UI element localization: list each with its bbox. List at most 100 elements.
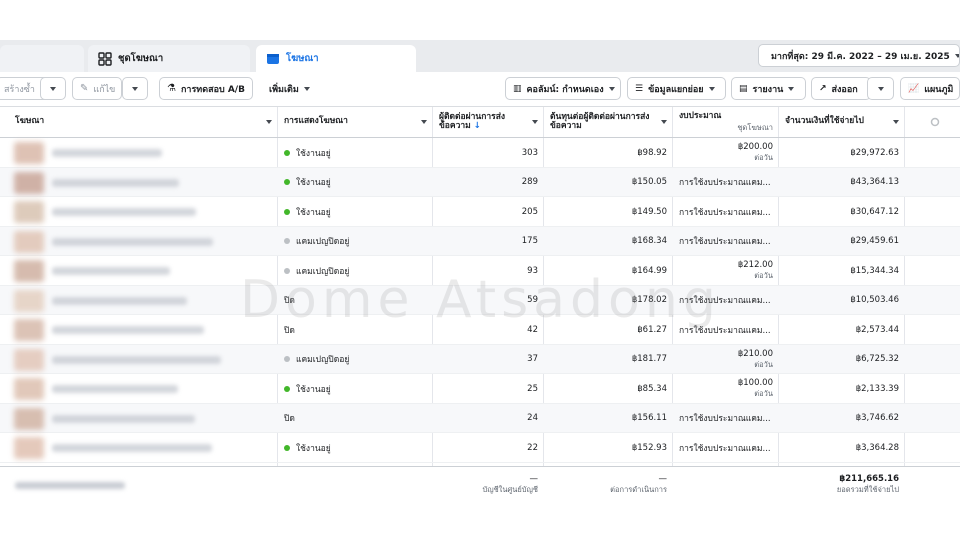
table-row[interactable]: ใช้งานอยู่ 289 ฿150.05 การใช้งบประมาณแคม...… — [0, 167, 960, 197]
columns-button[interactable]: ▥ คอลัมน์: กำหนดเอง — [505, 77, 621, 100]
edit-button[interactable]: ✎ แก้ไข — [72, 77, 122, 100]
ad-name-blurred[interactable] — [52, 237, 213, 246]
budget-value: การใช้งบประมาณแคม... — [679, 325, 771, 336]
amount-spent-cell: ฿29,972.63 — [780, 138, 904, 167]
ad-name-blurred[interactable] — [52, 267, 170, 275]
ad-name-blurred[interactable] — [52, 149, 162, 157]
status-text: ใช้งานอยู่ — [296, 207, 331, 218]
messaging-contacts-cell-value: 22 — [527, 442, 538, 453]
settings-icon[interactable] — [925, 107, 945, 137]
table-row[interactable]: ใช้งานอยู่ 205 ฿149.50 การใช้งบประมาณแคม...… — [0, 197, 960, 227]
more-button[interactable]: เพิ่มเติม — [262, 77, 320, 100]
budget-cell[interactable]: ฿212.00 ต่อวัน — [674, 256, 778, 285]
chart-icon: 📈 — [908, 83, 920, 94]
ad-name-blurred[interactable] — [52, 326, 204, 334]
cost-per-contact-cell-value: ฿164.99 — [631, 265, 667, 276]
status-dot-icon — [284, 267, 290, 274]
amount-spent-cell: ฿30,647.12 — [780, 197, 904, 226]
column-header-budget[interactable]: งบประมาณ ชุดโฆษณา — [674, 107, 778, 137]
ad-name-blurred[interactable] — [52, 385, 178, 393]
cost-per-contact-cell-value: ฿178.02 — [631, 295, 667, 305]
budget-value: ฿212.00 — [737, 260, 773, 271]
ad-thumbnail — [14, 437, 44, 459]
budget-cell[interactable]: การใช้งบประมาณแคม... — [674, 168, 778, 197]
date-range-picker[interactable]: มากที่สุด: 29 มี.ค. 2022 – 29 เม.ย. 2025 — [758, 44, 960, 67]
cost-per-contact-cell: ฿178.02 — [545, 286, 672, 315]
budget-cell[interactable]: การใช้งบประมาณแคม... — [674, 315, 778, 344]
budget-cell[interactable]: ฿200.00 ต่อวัน — [674, 138, 778, 167]
tab-ads[interactable]: โฆษณา — [256, 45, 416, 72]
sort-caret-icon — [661, 120, 667, 124]
status-dot-icon — [284, 385, 290, 392]
tab-campaigns[interactable] — [0, 45, 84, 72]
grid-icon — [98, 51, 112, 66]
ad-name-blurred[interactable] — [52, 444, 212, 452]
ad-name-blurred[interactable] — [52, 178, 179, 187]
budget-cell[interactable]: การใช้งบประมาณแคม... — [674, 286, 778, 315]
export-button[interactable]: ↗ ส่งออก — [811, 77, 871, 100]
table-row[interactable]: แคมเปญปิดอยู่ 175 ฿168.34 การใช้งบประมาณแคม… — [0, 226, 960, 256]
ab-test-button[interactable]: ⚗ การทดสอบ A/B — [159, 77, 253, 100]
charts-button[interactable]: 📈 แผนภูมิ — [900, 77, 960, 100]
status-text: ใช้งานอยู่ — [296, 384, 331, 395]
budget-cell[interactable]: ฿100.00 ต่อวัน — [674, 374, 778, 403]
bottom-spacer — [0, 504, 960, 540]
table-row[interactable]: ปิด 42 ฿61.27 การใช้งบประมาณแคม... ฿2,573.44 — [0, 315, 960, 345]
ads-table: โฆษณา การแสดงโฆษณา ผู้ติดต่อผ่านการส่งข้… — [0, 106, 960, 466]
ad-name-blurred[interactable] — [52, 355, 221, 364]
amount-spent-cell-value: ฿29,459.61 — [850, 236, 899, 246]
pencil-icon: ✎ — [80, 83, 89, 94]
summary-results: — บัญชีในศูนย์บัญชี — [434, 466, 543, 504]
column-header-delivery[interactable]: การแสดงโฆษณา — [279, 107, 432, 137]
table-row[interactable]: ใช้งานอยู่ 25 ฿85.34 ฿100.00 ต่อวัน ฿2,133.39 — [0, 374, 960, 404]
duplicate-dropdown[interactable] — [40, 77, 66, 100]
table-row[interactable]: ใช้งานอยู่ 22 ฿152.93 การใช้งบประมาณแคม... ฿… — [0, 433, 960, 463]
edit-dropdown[interactable] — [122, 77, 148, 100]
column-header-ad[interactable]: โฆษณา — [10, 107, 277, 137]
cost-per-contact-cell-value: ฿156.11 — [631, 413, 667, 423]
column-header-amount-spent[interactable]: จำนวนเงินที่ใช้จ่ายไป — [780, 107, 904, 137]
cost-per-contact-cell: ฿150.05 — [545, 168, 672, 197]
budget-cell[interactable]: การใช้งบประมาณแคม... — [674, 433, 778, 462]
ad-name-blurred[interactable] — [52, 296, 187, 305]
table-row[interactable]: ปิด 59 ฿178.02 การใช้งบประมาณแคม... ฿10,503.… — [0, 285, 960, 315]
reports-button[interactable]: ▤ รายงาน — [731, 77, 806, 100]
ad-name-blurred[interactable] — [52, 208, 196, 216]
ad-thumbnail — [14, 142, 44, 164]
table-row[interactable]: ปิด 24 ฿156.11 การใช้งบประมาณแคม... ฿3,746.6… — [0, 403, 960, 433]
summary-value: — — [529, 474, 539, 484]
summary-sublabel: ต่อการดำเนินการ — [610, 485, 667, 494]
table-row[interactable]: แคมเปญปิดอยู่ 93 ฿164.99 ฿212.00 ต่อวัน ฿15,3… — [0, 256, 960, 286]
budget-cell[interactable]: การใช้งบประมาณแคม... — [674, 227, 778, 256]
amount-spent-cell: ฿10,503.46 — [780, 286, 904, 315]
messaging-contacts-cell-value: 289 — [521, 177, 538, 187]
blurred-summary-text — [15, 481, 125, 489]
budget-value: การใช้งบประมาณแคม... — [679, 443, 771, 454]
column-header-cost-per-contact[interactable]: ต้นทุนต่อผู้ติดต่อผ่านการส่งข้อความ — [545, 107, 672, 137]
cost-per-contact-cell-value: ฿181.77 — [631, 354, 667, 364]
table-row[interactable]: แคมเปญปิดอยู่ 37 ฿181.77 ฿210.00 ต่อวัน ฿6,72… — [0, 344, 960, 374]
breakdown-button[interactable]: ☰ ข้อมูลแยกย่อย — [627, 77, 726, 100]
status-text: ปิด — [284, 296, 295, 306]
column-header-messaging-contacts[interactable]: ผู้ติดต่อผ่านการส่งข้อความ ↓ — [434, 107, 543, 137]
ad-thumbnail — [14, 171, 44, 194]
amount-spent-cell: ฿2,133.39 — [780, 374, 904, 403]
budget-cell[interactable]: ฿210.00 ต่อวัน — [674, 345, 778, 374]
status-text: ใช้งานอยู่ — [296, 443, 331, 454]
cost-per-contact-cell-value: ฿149.50 — [631, 206, 667, 217]
status-text: ใช้งานอยู่ — [296, 148, 331, 159]
delivery-status: แคมเปญปิดอยู่ — [279, 227, 432, 256]
status-text: แคมเปญปิดอยู่ — [296, 266, 350, 277]
table-row[interactable]: ใช้งานอยู่ 303 ฿98.92 ฿200.00 ต่อวัน ฿29,972.… — [0, 138, 960, 168]
chevron-down-icon — [954, 53, 959, 58]
tab-ad-sets[interactable]: ชุดโฆษณา — [88, 45, 250, 72]
cost-per-contact-cell-value: ฿61.27 — [637, 324, 667, 335]
ad-name-blurred[interactable] — [52, 414, 195, 423]
budget-cell[interactable]: การใช้งบประมาณแคม... — [674, 197, 778, 226]
ad-thumbnail — [14, 260, 44, 282]
export-dropdown[interactable] — [867, 77, 894, 100]
delivery-status: ใช้งานอยู่ — [279, 168, 432, 197]
amount-spent-cell-value: ฿2,573.44 — [855, 324, 899, 335]
messaging-contacts-cell: 93 — [434, 256, 543, 285]
budget-cell[interactable]: การใช้งบประมาณแคม... — [674, 404, 778, 433]
